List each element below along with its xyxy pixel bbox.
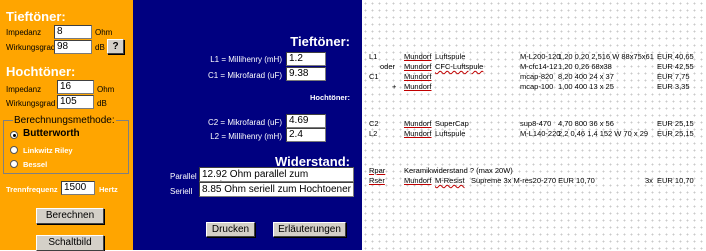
- part-spec: 1,00 400 13 x 25: [558, 82, 614, 91]
- ht-impedanz-label: Impedanz: [6, 85, 42, 94]
- method-linkwitz-label: Linkwitz Riley: [23, 146, 73, 155]
- ht-wirkungsgrad-input[interactable]: 105: [57, 95, 94, 109]
- ht-impedanz-input[interactable]: 16: [57, 80, 94, 94]
- seriell-value: 8.85 Ohm seriell zum Hochtoener: [199, 182, 354, 197]
- c2-label: C2 = Mikrofarad (uF): [207, 118, 282, 127]
- trennfrequenz-unit: Hertz: [99, 185, 118, 194]
- c2-value: 4.69: [286, 114, 326, 128]
- trennfrequenz-label: Trennfrequenz: [6, 185, 58, 194]
- c1-value: 9.38: [286, 67, 326, 81]
- part-prefix: +: [392, 82, 397, 91]
- radio-linkwitz-riley[interactable]: [10, 146, 18, 154]
- impedanz-label: Impedanz: [6, 28, 42, 37]
- part-spec: 4,70 800 36 x 56: [558, 119, 614, 128]
- part-price: EUR 25,15: [657, 119, 694, 128]
- part-spec: 1,20 0,20 2,516 W 88x75x61: [558, 52, 654, 61]
- part-code: M-L200-120: [520, 52, 561, 61]
- part-ref: L1: [369, 52, 378, 61]
- radio-butterworth[interactable]: [10, 131, 18, 139]
- parts-list: L1 Mundorf Luftspule M-L200-120 1,20 0,2…: [362, 0, 706, 250]
- parallel-label: Parallel: [170, 172, 197, 181]
- part-price: EUR 25,15: [657, 129, 694, 138]
- l2-value: 2.4: [286, 128, 326, 142]
- wirkungsgrad-label: Wirkungsgrad: [6, 43, 56, 52]
- wirkungsgrad-unit: dB: [95, 43, 105, 52]
- l1-value: 1.2: [286, 52, 326, 66]
- tt-wirkungsgrad-input[interactable]: 98: [54, 40, 92, 54]
- ht-wirkungsgrad-unit: dB: [97, 99, 107, 108]
- part-brand: Mundorf: [404, 52, 432, 61]
- part-ref: L2: [369, 129, 378, 138]
- part-qty: 3x: [645, 176, 653, 185]
- seriell-label: Seriell: [170, 187, 193, 196]
- part-brand: Mundorf: [404, 82, 432, 91]
- l2-label: L2 = Millihenry (mH): [210, 132, 282, 141]
- part-code: sup8-470: [520, 119, 552, 128]
- part-name: M-Resist: [435, 176, 465, 185]
- tieftoener-title: Tieftöner:: [6, 9, 66, 24]
- erlaeuterungen-button[interactable]: Erläuterungen: [273, 222, 346, 237]
- drucken-button[interactable]: Drucken: [206, 222, 255, 237]
- part-desc: Supreme 3x M-res20-270 EUR 10,70: [471, 176, 595, 185]
- part-ref: C2: [369, 119, 379, 128]
- part-brand: Mundorf: [404, 62, 432, 71]
- tt-impedanz-input[interactable]: 8: [54, 25, 92, 39]
- part-price: EUR 40,65: [657, 52, 694, 61]
- part-price: EUR 3,35: [657, 82, 690, 91]
- part-brand: Mundorf: [404, 176, 432, 185]
- parallel-value: 12.92 Ohm parallel zum Hochtoene: [199, 167, 354, 182]
- part-code: M-L140-220: [520, 129, 561, 138]
- part-code: mcap-100: [520, 82, 554, 91]
- berechnen-button[interactable]: Berechnen: [36, 208, 104, 224]
- part-price: EUR 42,55: [657, 62, 694, 71]
- part-prefix: oder: [380, 62, 396, 71]
- results-tieftoener-title: Tieftöner:: [290, 34, 350, 49]
- method-title: Berechnungsmethode:: [13, 115, 116, 126]
- schaltbild-button[interactable]: Schaltbild: [36, 235, 104, 251]
- part-name: CFC-Luftspule: [435, 62, 484, 71]
- c1-label: C1 = Mikrofarad (uF): [207, 71, 282, 80]
- part-spec: 1,20 0,26 68x38: [558, 62, 612, 71]
- part-spec: 8,20 400 24 x 37: [558, 72, 614, 81]
- results-panel: Tieftöner: L1 = Millihenry (mH) 1.2 C1 =…: [133, 0, 362, 250]
- part-price: EUR 7,75: [657, 72, 690, 81]
- part-brand: Mundorf: [404, 129, 432, 138]
- part-code: M-cfc14-12: [520, 62, 558, 71]
- part-ref: Rser: [369, 176, 385, 185]
- impedanz-unit: Ohm: [95, 28, 113, 37]
- l1-label: L1 = Millihenry (mH): [210, 55, 282, 64]
- hochtoener-title: Hochtöner:: [6, 64, 76, 79]
- ht-impedanz-unit: Ohm: [97, 85, 115, 94]
- part-ref: C1: [369, 72, 379, 81]
- input-panel: Tieftöner: Impedanz 8 Ohm Wirkungsgrad 9…: [0, 0, 133, 251]
- part-name: SuperCap: [435, 119, 469, 128]
- part-price: EUR 10,70: [657, 176, 694, 185]
- method-butterworth-label: Butterworth: [23, 128, 80, 139]
- ht-wirkungsgrad-label: Wirkungsgrad: [6, 99, 56, 108]
- part-ref: Rpar: [369, 166, 386, 175]
- help-button[interactable]: ?: [107, 39, 124, 54]
- part-brand: Mundorf: [404, 119, 432, 128]
- results-hochtoener-title: Hochtöner:: [310, 93, 350, 102]
- part-name: Luftspule: [435, 52, 466, 61]
- part-code: mcap-820: [520, 72, 554, 81]
- radio-bessel[interactable]: [10, 160, 18, 168]
- part-spec: 2,2 0,46 1,4 152 W 70 x 29: [558, 129, 649, 138]
- part-brand: Mundorf: [404, 72, 432, 81]
- part-note: Keramikwiderstand ? (max 20W): [404, 166, 513, 175]
- trennfrequenz-input[interactable]: 1500: [61, 181, 95, 195]
- part-name: Luftspule: [435, 129, 466, 138]
- method-bessel-label: Bessel: [23, 160, 48, 169]
